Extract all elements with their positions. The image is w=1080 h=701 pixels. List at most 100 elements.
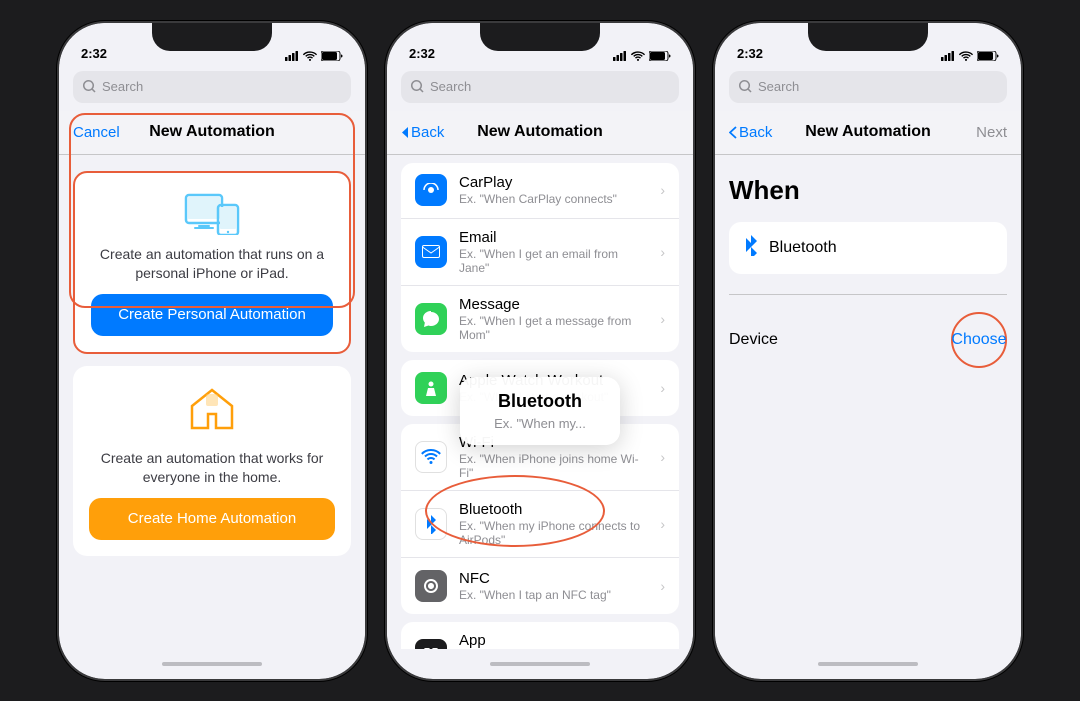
carplay-chevron: › — [660, 182, 665, 198]
search-icon-3 — [739, 80, 752, 93]
search-input-1[interactable]: Search — [73, 71, 351, 103]
nav-bar-1: Cancel New Automation — [59, 111, 365, 155]
signal-icon — [285, 51, 299, 61]
next-button[interactable]: Next — [976, 124, 1007, 141]
search-icon-1 — [83, 80, 96, 93]
when-bluetooth-label: Bluetooth — [769, 239, 837, 257]
message-subtitle: Ex. "When I get a message from Mom" — [459, 314, 648, 342]
workout-chevron: › — [660, 380, 665, 396]
choose-button[interactable]: Choose — [951, 312, 1007, 368]
bluetooth-overlay-title: Bluetooth — [480, 391, 600, 412]
wifi-icon-3 — [959, 51, 973, 61]
battery-icon-3 — [977, 51, 999, 61]
nav-title-1: New Automation — [149, 123, 275, 141]
carplay-text: CarPlay Ex. "When CarPlay connects" — [459, 174, 648, 206]
message-text: Message Ex. "When I get a message from M… — [459, 296, 648, 342]
signal-icon-3 — [941, 51, 955, 61]
chevron-left-icon-3 — [729, 126, 737, 139]
list-item-carplay[interactable]: CarPlay Ex. "When CarPlay connects" › — [401, 163, 679, 219]
list-item-app[interactable]: App Ex. "When *Weather* is opened or clo… — [401, 622, 679, 649]
search-bar-1: Search — [59, 67, 365, 111]
notch-3 — [808, 23, 928, 51]
nfc-icon — [415, 570, 447, 602]
device-row: Device Choose — [729, 308, 1007, 372]
list-item-message[interactable]: Message Ex. "When I get a message from M… — [401, 286, 679, 352]
when-title: When — [729, 175, 1007, 206]
search-placeholder-3: Search — [758, 79, 799, 94]
nav-bar-3: Back New Automation Next — [715, 111, 1021, 155]
when-section: When Bluetooth Device Choose — [715, 155, 1021, 373]
status-time-3: 2:32 — [737, 46, 763, 61]
search-placeholder-1: Search — [102, 79, 143, 94]
when-bluetooth-row: Bluetooth — [729, 222, 1007, 274]
personal-card-desc: Create an automation that runs on a pers… — [91, 245, 333, 284]
message-title: Message — [459, 296, 648, 313]
back-button-2[interactable]: Back — [401, 124, 444, 141]
search-input-3[interactable]: Search — [729, 71, 1007, 103]
phone-3: 2:32 Search Back New Automation Next — [713, 21, 1023, 681]
device-label: Device — [729, 331, 778, 349]
nfc-subtitle: Ex. "When I tap an NFC tag" — [459, 588, 648, 602]
status-icons-3 — [941, 51, 999, 61]
status-icons-1 — [285, 51, 343, 61]
search-bar-3: Search — [715, 67, 1021, 111]
nfc-text: NFC Ex. "When I tap an NFC tag" — [459, 570, 648, 602]
create-home-automation-button[interactable]: Create Home Automation — [89, 498, 335, 540]
wifi-icon — [303, 51, 317, 61]
battery-icon — [321, 51, 343, 61]
status-time-1: 2:32 — [81, 46, 107, 61]
phone2-content: CarPlay Ex. "When CarPlay connects" › Em… — [387, 155, 693, 649]
status-icons-2 — [613, 51, 671, 61]
search-placeholder-2: Search — [430, 79, 471, 94]
phone-1: 2:32 Search Cancel New Automation — [57, 21, 367, 681]
email-subtitle: Ex. "When I get an email from Jane" — [459, 247, 648, 275]
back-button-3[interactable]: Back — [729, 124, 772, 141]
bluetooth-overlay-sub: Ex. "When my... — [480, 416, 600, 431]
home-card-desc: Create an automation that works for ever… — [89, 449, 335, 488]
cancel-button[interactable]: Cancel — [73, 124, 120, 141]
create-personal-automation-button[interactable]: Create Personal Automation — [91, 294, 333, 336]
notch-2 — [480, 23, 600, 51]
search-icon-2 — [411, 80, 424, 93]
search-bar-2: Search — [387, 67, 693, 111]
nfc-chevron: › — [660, 578, 665, 594]
home-bar-2 — [387, 649, 693, 679]
workout-icon — [415, 372, 447, 404]
wifi-list-icon — [415, 441, 447, 473]
email-chevron: › — [660, 244, 665, 260]
status-time-2: 2:32 — [409, 46, 435, 61]
home-icon — [188, 386, 236, 439]
search-input-2[interactable]: Search — [401, 71, 679, 103]
nav-title-2: New Automation — [477, 123, 603, 141]
carplay-icon — [415, 174, 447, 206]
bluetooth-title: Bluetooth — [459, 501, 648, 518]
carplay-title: CarPlay — [459, 174, 648, 191]
home-automation-card: Create an automation that works for ever… — [73, 366, 351, 556]
app-icon — [415, 639, 447, 649]
bluetooth-text: Bluetooth Ex. "When my iPhone connects t… — [459, 501, 648, 547]
nav-bar-2: Back New Automation — [387, 111, 693, 155]
bluetooth-chevron: › — [660, 516, 665, 532]
home-bar-3 — [715, 649, 1021, 679]
wifi-chevron: › — [660, 449, 665, 465]
when-bluetooth-icon — [743, 234, 759, 262]
list-item-nfc[interactable]: NFC Ex. "When I tap an NFC tag" › — [401, 558, 679, 614]
wifi-subtitle: Ex. "When iPhone joins home Wi-Fi" — [459, 452, 648, 480]
phone1-content: Create an automation that runs on a pers… — [59, 155, 365, 649]
personal-automation-card: Create an automation that runs on a pers… — [73, 171, 351, 354]
list-item-email[interactable]: Email Ex. "When I get an email from Jane… — [401, 219, 679, 286]
message-icon — [415, 303, 447, 335]
bluetooth-subtitle: Ex. "When my iPhone connects to AirPods" — [459, 519, 648, 547]
app-title: App — [459, 632, 648, 649]
nav-title-3: New Automation — [805, 123, 931, 141]
app-chevron: › — [660, 647, 665, 649]
wifi-icon-2 — [631, 51, 645, 61]
list-section-connections: Wi-Fi Ex. "When iPhone joins home Wi-Fi"… — [401, 424, 679, 614]
personal-icon-svg — [184, 193, 240, 235]
chevron-left-icon-2 — [401, 126, 409, 139]
notch-1 — [152, 23, 272, 51]
email-text: Email Ex. "When I get an email from Jane… — [459, 229, 648, 275]
list-item-bluetooth[interactable]: Bluetooth Ex. "When my iPhone connects t… — [401, 491, 679, 558]
nfc-title: NFC — [459, 570, 648, 587]
app-text: App Ex. "When *Weather* is opened or clo… — [459, 632, 648, 649]
